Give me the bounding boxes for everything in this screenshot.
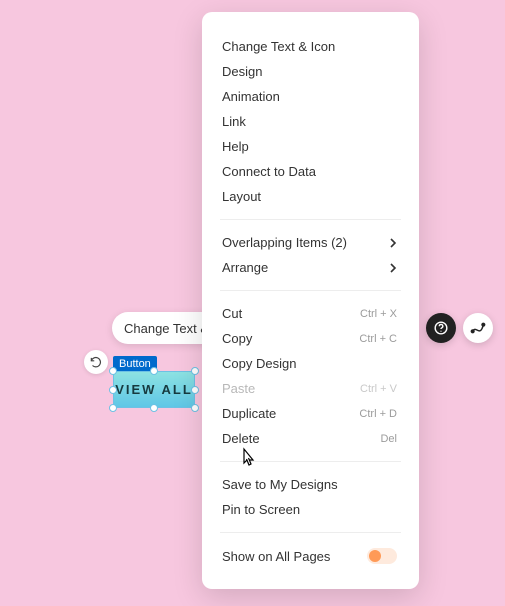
- menu-shortcut: Ctrl + V: [360, 383, 397, 395]
- menu-label: Help: [222, 139, 249, 154]
- menu-layout[interactable]: Layout: [202, 184, 419, 209]
- resize-handle-e[interactable]: [191, 386, 199, 394]
- resize-handle-n[interactable]: [150, 367, 158, 375]
- menu-label: Show on All Pages: [222, 549, 330, 564]
- resize-handle-s[interactable]: [150, 404, 158, 412]
- question-icon: [434, 321, 448, 335]
- resize-handle-ne[interactable]: [191, 367, 199, 375]
- resize-handle-w[interactable]: [109, 386, 117, 394]
- menu-connect-to-data[interactable]: Connect to Data: [202, 159, 419, 184]
- menu-link[interactable]: Link: [202, 109, 419, 134]
- menu-label: Link: [222, 114, 246, 129]
- menu-label: Duplicate: [222, 406, 276, 421]
- menu-shortcut: Ctrl + D: [359, 408, 397, 420]
- menu-change-text-icon[interactable]: Change Text & Icon: [202, 34, 419, 59]
- menu-copy-design[interactable]: Copy Design: [202, 351, 419, 376]
- selected-button-text: VIEW ALL: [115, 382, 193, 397]
- menu-delete[interactable]: Delete Del: [202, 426, 419, 451]
- menu-divider: [220, 219, 401, 220]
- menu-save-my-designs[interactable]: Save to My Designs: [202, 472, 419, 497]
- menu-cut[interactable]: Cut Ctrl + X: [202, 301, 419, 326]
- menu-arrange[interactable]: Arrange: [202, 255, 419, 280]
- menu-label: Design: [222, 64, 262, 79]
- menu-label: Save to My Designs: [222, 477, 338, 492]
- menu-duplicate[interactable]: Duplicate Ctrl + D: [202, 401, 419, 426]
- menu-shortcut: Ctrl + X: [360, 308, 397, 320]
- menu-copy[interactable]: Copy Ctrl + C: [202, 326, 419, 351]
- chevron-right-icon: [389, 238, 397, 248]
- menu-label: Copy: [222, 331, 252, 346]
- menu-label: Delete: [222, 431, 260, 446]
- menu-pin-to-screen[interactable]: Pin to Screen: [202, 497, 419, 522]
- resize-handle-se[interactable]: [191, 404, 199, 412]
- menu-label: Pin to Screen: [222, 502, 300, 517]
- menu-design[interactable]: Design: [202, 59, 419, 84]
- path-icon: [470, 320, 486, 336]
- menu-divider: [220, 290, 401, 291]
- resize-handle-nw[interactable]: [109, 367, 117, 375]
- menu-label: Paste: [222, 381, 255, 396]
- undo-icon: [89, 355, 103, 369]
- selected-button-element[interactable]: VIEW ALL: [113, 371, 195, 408]
- menu-divider: [220, 461, 401, 462]
- chevron-right-icon: [389, 263, 397, 273]
- menu-shortcut: Ctrl + C: [359, 333, 397, 345]
- menu-label: Overlapping Items (2): [222, 235, 347, 250]
- undo-button[interactable]: [84, 350, 108, 374]
- menu-label: Layout: [222, 189, 261, 204]
- menu-help[interactable]: Help: [202, 134, 419, 159]
- menu-animation[interactable]: Animation: [202, 84, 419, 109]
- menu-label: Change Text & Icon: [222, 39, 335, 54]
- help-button[interactable]: [426, 313, 456, 343]
- menu-divider: [220, 532, 401, 533]
- animation-path-button[interactable]: [463, 313, 493, 343]
- menu-label: Arrange: [222, 260, 268, 275]
- menu-label: Animation: [222, 89, 280, 104]
- menu-label: Cut: [222, 306, 242, 321]
- menu-show-on-all-pages[interactable]: Show on All Pages: [202, 543, 419, 569]
- menu-label: Connect to Data: [222, 164, 316, 179]
- show-all-toggle[interactable]: [367, 548, 397, 564]
- resize-handle-sw[interactable]: [109, 404, 117, 412]
- toggle-knob: [369, 550, 381, 562]
- menu-overlapping-items[interactable]: Overlapping Items (2): [202, 230, 419, 255]
- context-menu: Change Text & Icon Design Animation Link…: [202, 12, 419, 589]
- menu-label: Copy Design: [222, 356, 296, 371]
- menu-shortcut: Del: [380, 433, 397, 445]
- menu-paste: Paste Ctrl + V: [202, 376, 419, 401]
